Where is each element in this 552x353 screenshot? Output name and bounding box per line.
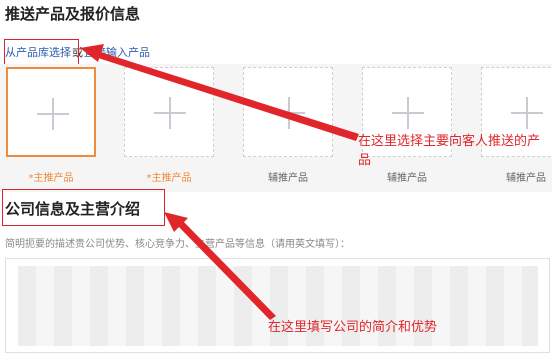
annotation-arrows [80, 44, 359, 320]
arrow-to-library [92, 50, 359, 141]
arrow-to-company [176, 219, 276, 320]
arrow-to-library-head [80, 44, 104, 62]
